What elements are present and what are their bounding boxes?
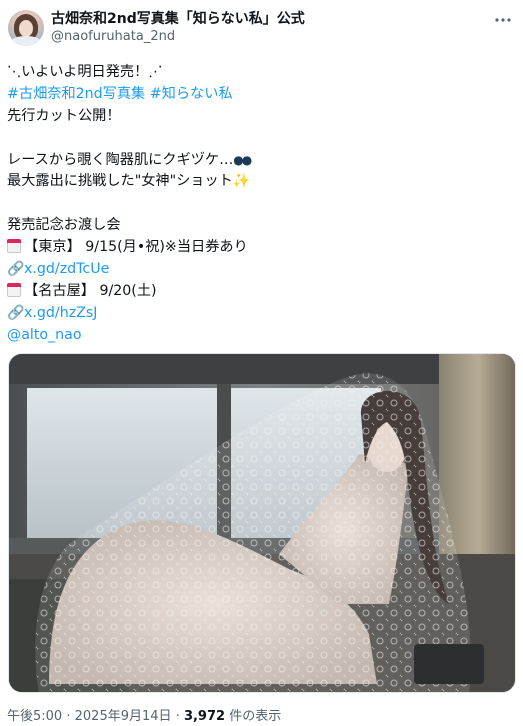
display-name[interactable]: 古畑奈和2nd写真集「知らない私」公式 [51, 10, 305, 28]
photo-illustration [9, 354, 515, 692]
link-icon: 🔗 [7, 304, 25, 321]
mention-alto-nao[interactable]: @alto_nao [7, 327, 82, 343]
text-line-preview: 先行カット公開！ [7, 107, 121, 124]
views-count: 3,972 [183, 709, 226, 724]
text-line-mention: @alto_nao [7, 325, 512, 347]
avatar-shoulders [10, 36, 42, 46]
goddess-text: 最大露出に挑戦した"女神"ショット [7, 173, 233, 190]
tweet-text: ⋱いよいよ明日発売！⋰ #古畑奈和2nd写真集 #知らない私 先行カット公開！ … [7, 62, 512, 347]
link-tokyo[interactable]: x.gd/zdTcUe [24, 261, 109, 277]
tweet-date[interactable]: 2025年9月14日 [75, 709, 172, 724]
calendar-icon [7, 282, 21, 297]
tweet-photo[interactable] [8, 353, 516, 693]
text-line-event-title: 発売記念お渡し会 [7, 217, 121, 234]
meta-separator: · [175, 709, 180, 724]
text-line-announce: ⋱いよいよ明日発売！⋰ [7, 64, 163, 80]
views-label: 件の表示 [229, 709, 282, 724]
user-handle[interactable]: @naofuruhata_2nd [51, 28, 305, 46]
text-line-link1: 🔗x.gd/zdTcUe [7, 259, 512, 281]
more-horizontal-icon[interactable] [493, 12, 513, 28]
sparkles-emoji-icon: ✨ [232, 173, 251, 190]
author-names: 古畑奈和2nd写真集「知らない私」公式 @naofuruhata_2nd [51, 10, 305, 46]
text-line-hashtags: #古畑奈和2nd写真集 #知らない私 [7, 84, 512, 106]
text-line-goddess: 最大露出に挑戦した"女神"ショット✨ [7, 171, 512, 193]
text-line-nagoya: 【名古屋】 9/20(土) [7, 281, 512, 303]
tokyo-event-text: 【東京】 9/15(月•祝)※当日券あり [24, 239, 248, 256]
avatar-face [19, 20, 33, 37]
calendar-icon [7, 239, 21, 254]
hashtag-shiranai-watashi[interactable]: #知らない私 [150, 86, 233, 102]
eyes-emoji-icon: ●● [233, 152, 252, 167]
lace-text: レースから覗く陶器肌にクギヅケ… [7, 151, 234, 168]
tweet: 古畑奈和2nd写真集「知らない私」公式 @naofuruhata_2nd ⋱いよ… [0, 0, 523, 726]
tweet-header: 古畑奈和2nd写真集「知らない私」公式 @naofuruhata_2nd [8, 8, 513, 52]
avatar[interactable] [8, 10, 44, 46]
link-icon: 🔗 [7, 261, 25, 278]
link-nagoya[interactable]: x.gd/hzZsJ [24, 305, 97, 321]
tweet-meta: 午後5:00 · 2025年9月14日 · 3,972 件の表示 [7, 708, 281, 726]
meta-separator: · [66, 709, 71, 724]
more-dots [495, 18, 511, 22]
tweet-time[interactable]: 午後5:00 [7, 709, 62, 724]
text-line-lace: レースから覗く陶器肌にクギヅケ…●● [7, 150, 512, 172]
hashtag-photobook[interactable]: #古畑奈和2nd写真集 [7, 86, 145, 102]
text-line-link2: 🔗x.gd/hzZsJ [7, 303, 512, 325]
nagoya-event-text: 【名古屋】 9/20(土) [24, 282, 157, 299]
text-line-tokyo: 【東京】 9/15(月•祝)※当日券あり [7, 237, 512, 259]
